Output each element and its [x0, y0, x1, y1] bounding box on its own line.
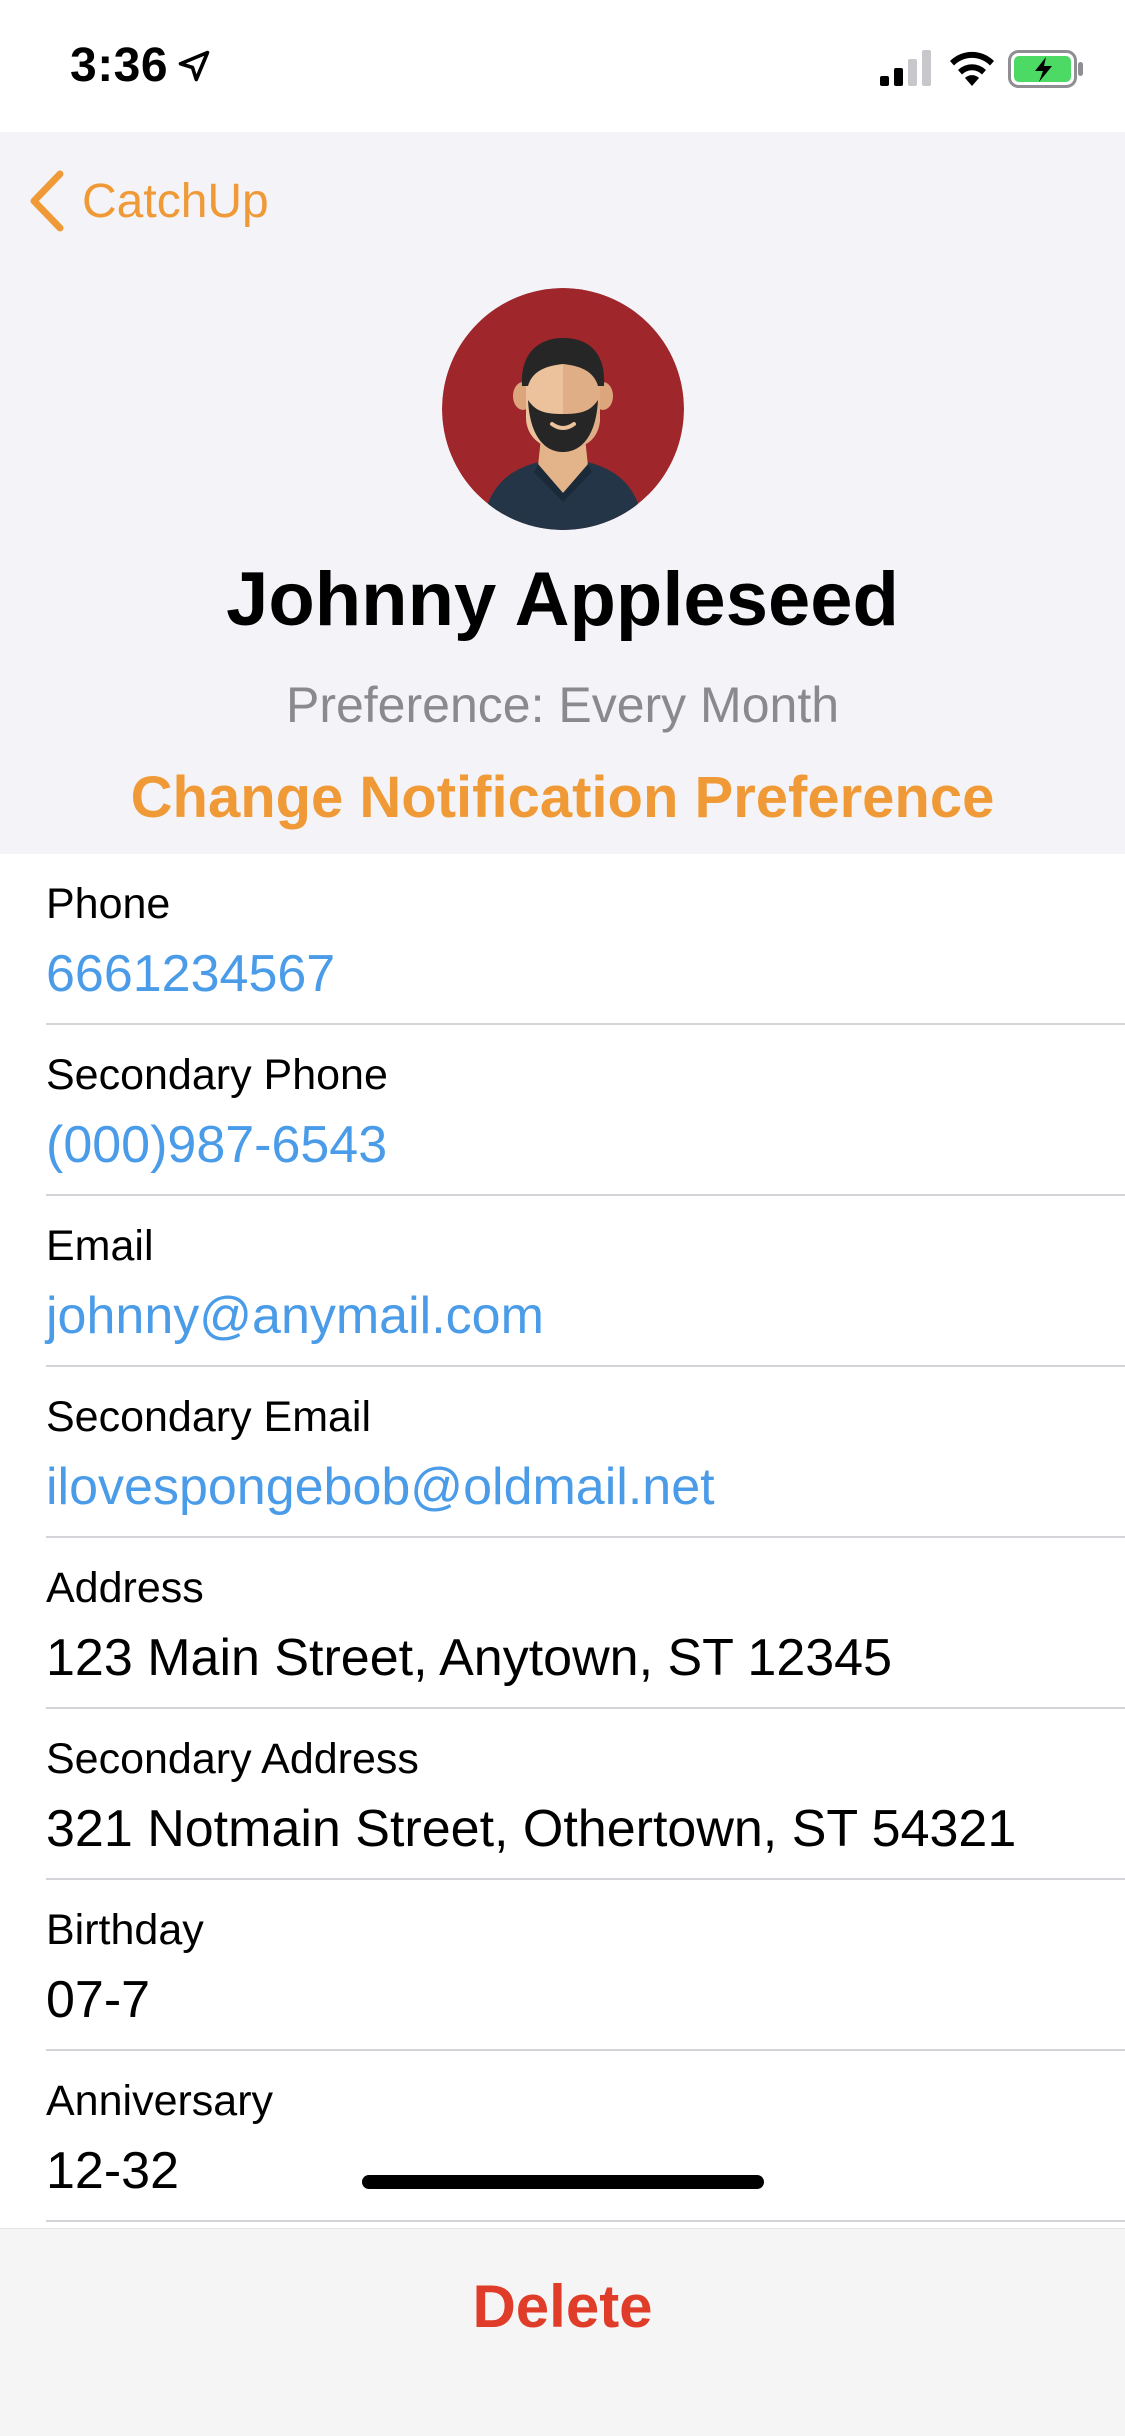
- detail-row-address: Address 123 Main Street, Anytown, ST 123…: [0, 1538, 1125, 1709]
- detail-label: Address: [46, 1564, 204, 1612]
- address-value: 123 Main Street, Anytown, ST 12345: [46, 1629, 893, 1687]
- detail-label: Anniversary: [46, 2077, 274, 2125]
- cellular-signal-icon: [880, 50, 931, 86]
- person-avatar-icon: [442, 288, 684, 530]
- battery-charging-icon: [1008, 50, 1083, 88]
- change-notification-preference-button[interactable]: Change Notification Preference: [0, 764, 1125, 831]
- contact-header: CatchUp Johnny Appleseed Preference: Eve…: [0, 132, 1125, 854]
- detail-label: Secondary Phone: [46, 1051, 388, 1099]
- bottom-toolbar: Delete: [0, 2228, 1125, 2436]
- contact-details-list: Phone 6661234567 Secondary Phone (000)98…: [0, 854, 1125, 2222]
- secondary-address-value: 321 Notmain Street, Othertown, ST 54321: [46, 1800, 1017, 1858]
- detail-row-anniversary: Anniversary 12-32: [0, 2051, 1125, 2222]
- detail-label: Email: [46, 1222, 154, 1270]
- detail-row-phone: Phone 6661234567: [0, 854, 1125, 1025]
- detail-label: Secondary Address: [46, 1735, 419, 1783]
- detail-row-email: Email johnny@anymail.com: [0, 1196, 1125, 1367]
- home-indicator[interactable]: [362, 2175, 764, 2189]
- email-link[interactable]: johnny@anymail.com: [46, 1286, 544, 1346]
- secondary-email-link[interactable]: ilovespongebob@oldmail.net: [46, 1457, 715, 1517]
- detail-label: Birthday: [46, 1906, 204, 1954]
- divider: [0, 2228, 1125, 2229]
- wifi-icon: [950, 51, 994, 86]
- back-label: CatchUp: [82, 174, 269, 228]
- anniversary-value: 12-32: [46, 2142, 179, 2200]
- avatar: [442, 288, 684, 530]
- detail-row-secondary-phone: Secondary Phone (000)987-6543: [0, 1025, 1125, 1196]
- phone-link[interactable]: 6661234567: [46, 944, 335, 1004]
- divider: [46, 2220, 1125, 2222]
- chevron-left-icon: [30, 170, 64, 232]
- detail-row-birthday: Birthday 07-7: [0, 1880, 1125, 2051]
- secondary-phone-link[interactable]: (000)987-6543: [46, 1115, 387, 1175]
- back-button[interactable]: CatchUp: [24, 166, 269, 236]
- status-time: 3:36: [70, 39, 169, 92]
- contact-name: Johnny Appleseed: [226, 557, 899, 642]
- detail-row-secondary-address: Secondary Address 321 Notmain Street, Ot…: [0, 1709, 1125, 1880]
- birthday-value: 07-7: [46, 1971, 151, 2029]
- status-bar: 3:36: [0, 0, 1125, 132]
- detail-label: Phone: [46, 880, 171, 928]
- detail-row-secondary-email: Secondary Email ilovespongebob@oldmail.n…: [0, 1367, 1125, 1538]
- detail-label: Secondary Email: [46, 1393, 372, 1441]
- preference-text: Preference: Every Month: [285, 677, 840, 733]
- location-arrow-icon: [178, 50, 210, 82]
- delete-button[interactable]: Delete: [0, 2272, 1125, 2341]
